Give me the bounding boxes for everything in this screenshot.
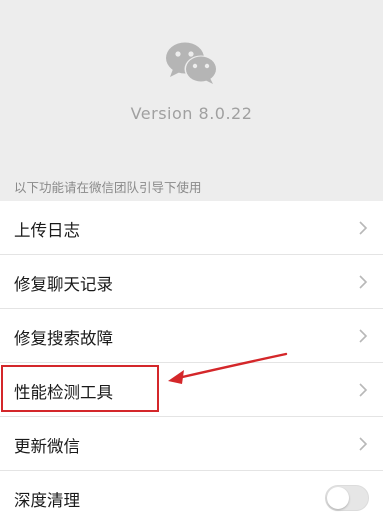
about-header: Version 8.0.22: [0, 0, 383, 170]
list-item-label: 修复搜索故障: [14, 329, 113, 348]
version-text: Version 8.0.22: [130, 104, 253, 123]
annotation-highlight-box: [1, 365, 159, 412]
list-item-label: 上传日志: [14, 221, 80, 240]
chevron-right-icon: [359, 221, 368, 235]
list-item-upload-log[interactable]: 上传日志: [0, 201, 383, 255]
list-item-label: 修复聊天记录: [14, 275, 113, 294]
section-hint: 以下功能请在微信团队引导下使用: [14, 180, 202, 195]
chevron-right-icon: [359, 329, 368, 343]
list-item-repair-search[interactable]: 修复搜索故障: [0, 309, 383, 363]
list-item-update-wechat[interactable]: 更新微信: [0, 417, 383, 471]
tools-list: 上传日志 修复聊天记录 修复搜索故障 性能检测工具 更新微信 深度清理: [0, 201, 383, 514]
list-item-repair-chat-history[interactable]: 修复聊天记录: [0, 255, 383, 309]
list-item-label: 更新微信: [14, 437, 80, 456]
chevron-right-icon: [359, 383, 368, 397]
chevron-right-icon: [359, 437, 368, 451]
toggle-knob: [327, 487, 349, 509]
list-item-deep-clean: 深度清理: [0, 471, 383, 514]
deep-clean-toggle[interactable]: [325, 485, 369, 511]
wechat-logo-icon: [166, 42, 218, 84]
chevron-right-icon: [359, 275, 368, 289]
list-item-label: 深度清理: [14, 491, 80, 510]
